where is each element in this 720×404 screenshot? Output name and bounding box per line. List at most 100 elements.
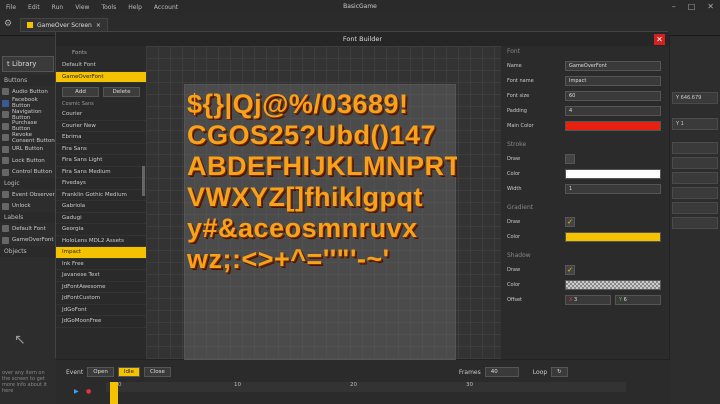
font-list-item[interactable]: HoloLens MDL2 Assets — [56, 236, 146, 247]
font-list-item[interactable]: Franklin Gothic Medium — [56, 190, 146, 201]
gradient-color-swatch[interactable] — [565, 231, 661, 242]
hierarchy-icon[interactable]: ⚙ — [4, 19, 12, 29]
close-dialog-button[interactable]: ✕ — [654, 34, 665, 45]
menu-view[interactable]: View — [69, 4, 95, 11]
font-list-scrollbar[interactable] — [142, 166, 145, 196]
inspector-field[interactable] — [672, 187, 718, 199]
font-properties: Font Name GameOverFont Font name Impact Fo… — [501, 46, 669, 359]
observer-icon — [2, 191, 9, 199]
glyph-row: wz;:<>+^=''"'-~' — [187, 244, 390, 274]
delete-button[interactable]: Delete — [103, 87, 140, 97]
font-set-item-selected[interactable]: GameOverFont — [56, 71, 146, 83]
timeline-playhead[interactable] — [110, 382, 118, 404]
tab-close-icon[interactable]: × — [96, 22, 101, 29]
font-list-item[interactable]: Fira Sans — [56, 144, 146, 155]
library-hint: over any item on the screen to get more … — [2, 370, 47, 394]
font-list-item[interactable]: Javanese Text — [56, 270, 146, 282]
font-icon — [2, 236, 9, 244]
main-color-swatch[interactable] — [565, 120, 661, 131]
open-event-button[interactable]: Open — [87, 367, 114, 377]
menu-edit[interactable]: Edit — [22, 4, 46, 11]
inspector-field[interactable] — [672, 142, 718, 154]
section-buttons[interactable]: Buttons — [0, 75, 56, 86]
library-title[interactable]: t Library — [2, 56, 54, 72]
font-name-input[interactable]: Impact — [565, 75, 661, 86]
section-logic[interactable]: Logic — [0, 178, 56, 189]
shadow-offset-x-input[interactable]: X 3 — [565, 294, 611, 305]
timeline-ruler[interactable]: 0 10 20 30 — [106, 382, 626, 392]
font-list-item[interactable]: JdFontCustom — [56, 293, 146, 305]
shadow-offset-y-input[interactable]: Y 6 — [615, 294, 661, 305]
library-item[interactable]: Default Font — [0, 223, 56, 235]
add-button[interactable]: Add — [62, 87, 99, 97]
menu-file[interactable]: File — [0, 4, 22, 11]
stroke-color-swatch[interactable] — [565, 168, 661, 179]
library-item[interactable]: Lock Button — [0, 155, 56, 167]
font-list-item[interactable]: Fivedays — [56, 178, 146, 190]
dialog-title: Font Builder — [56, 32, 669, 46]
font-list-item[interactable]: Courier New — [56, 121, 146, 132]
font-set-item[interactable]: Default Font — [56, 60, 146, 72]
font-list-item[interactable]: Ebrima — [56, 132, 146, 144]
menu-help[interactable]: Help — [122, 4, 148, 11]
library-item[interactable]: Navigation Button — [0, 109, 56, 121]
font-list-item[interactable]: Georgia — [56, 224, 146, 236]
window-controls: – □ ✕ — [672, 2, 714, 11]
inspector-field[interactable] — [672, 172, 718, 184]
font-list-item[interactable]: JdGoFont — [56, 305, 146, 316]
shadow-color-swatch[interactable] — [565, 279, 661, 290]
inspector-field[interactable] — [672, 217, 718, 229]
library-item[interactable]: GameOverFont — [0, 235, 56, 247]
library-item[interactable]: Control Button — [0, 167, 56, 179]
font-list-item[interactable]: Fira Sans Light — [56, 155, 146, 167]
library-item[interactable]: Event Observer — [0, 189, 56, 201]
font-list-item[interactable]: Fira Sans Medium — [56, 167, 146, 178]
close-event-button[interactable]: Close — [143, 367, 171, 377]
menu-account[interactable]: Account — [148, 4, 184, 11]
maximize-icon[interactable]: □ — [688, 2, 696, 11]
library-item[interactable]: Facebook Button — [0, 97, 56, 109]
font-list-item-selected[interactable]: Impact — [56, 247, 146, 259]
shadow-draw-checkbox[interactable]: ✓ — [565, 264, 575, 275]
stroke-width-label: Width — [507, 185, 522, 192]
font-list-item[interactable]: JdGoMoonFree — [56, 316, 146, 328]
minimize-icon[interactable]: – — [672, 2, 676, 11]
inspector-field[interactable]: Y 646.679 — [672, 92, 718, 104]
tab-gameover-screen[interactable]: GameOver Screen × — [20, 18, 108, 32]
section-labels[interactable]: Labels — [0, 212, 56, 223]
shadow-color-label: Color — [507, 281, 521, 288]
stroke-draw-checkbox[interactable] — [565, 153, 575, 164]
section-objects[interactable]: Objects — [0, 246, 56, 257]
padding-input[interactable]: 4 — [565, 105, 661, 116]
frames-input[interactable]: 40 — [484, 367, 519, 377]
font-list-item[interactable]: Cosmic Sans — [56, 101, 146, 109]
font-list-item[interactable]: Courier — [56, 109, 146, 121]
library-item[interactable]: Purchase Button — [0, 120, 56, 132]
record-icon[interactable]: ● — [86, 388, 91, 395]
inspector-field[interactable] — [672, 202, 718, 214]
stroke-width-input[interactable]: 1 — [565, 183, 661, 194]
menu-run[interactable]: Run — [46, 4, 70, 11]
font-size-input[interactable]: 60 — [565, 90, 661, 101]
play-icon[interactable]: ▶ — [74, 388, 79, 395]
gradient-draw-checkbox[interactable]: ✓ — [565, 216, 575, 227]
font-list-item[interactable]: Ink Free — [56, 259, 146, 270]
name-input[interactable]: GameOverFont — [565, 60, 661, 71]
library-item[interactable]: Audio Button — [0, 86, 56, 98]
library-item[interactable]: URL Button — [0, 144, 56, 156]
inspector-field[interactable] — [672, 157, 718, 169]
facebook-icon — [2, 99, 9, 107]
inspector-field[interactable]: Y 1 — [672, 118, 718, 130]
lock-icon — [2, 157, 9, 165]
font-list-item[interactable]: Gadugi — [56, 213, 146, 224]
library-item[interactable]: Revoke Consent Button — [0, 132, 56, 144]
menu-tools[interactable]: Tools — [95, 4, 122, 11]
glyph-row: VWXYZ[]fhiklgpqt — [187, 182, 423, 212]
idle-event-button[interactable]: Idle — [117, 367, 140, 377]
font-list-item[interactable]: JdFontAwesome — [56, 282, 146, 293]
close-window-icon[interactable]: ✕ — [707, 2, 714, 11]
library-item[interactable]: Unlock — [0, 201, 56, 213]
font-preview-canvas: ${}|Qj@%/03689! CGOS25?Ubd()147 ABDEFHIJ… — [146, 46, 501, 360]
font-list-item[interactable]: Gabriola — [56, 201, 146, 213]
loop-toggle-icon[interactable]: ↻ — [551, 367, 568, 377]
